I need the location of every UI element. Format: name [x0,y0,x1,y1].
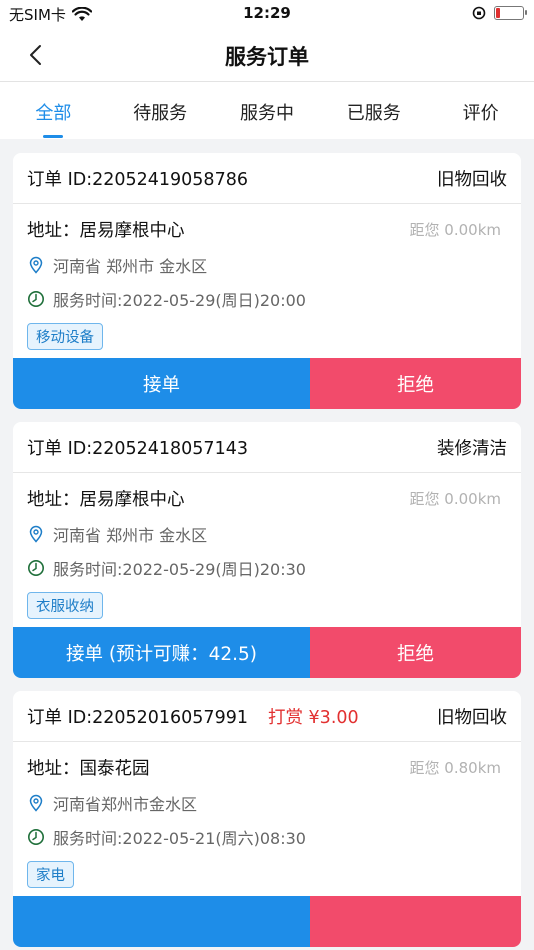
order-service-time: 服务时间:2022-05-29(周日)20:30 [53,560,306,579]
order-actions: 接单 拒绝 [13,358,521,409]
clock-icon [28,560,44,576]
location-pin-icon [29,256,43,274]
order-list: 订单 ID:22052419058786 旧物回收 地址：居易摩根中心 距您 0… [0,139,534,947]
accept-button[interactable] [13,896,310,947]
order-id: 订单 ID:22052016057991 [27,707,248,728]
order-card-header: 订单 ID:22052419058786 旧物回收 [13,153,521,204]
battery-icon [494,6,527,20]
order-card: 订单 ID:22052418057143 装修清洁 地址：居易摩根中心 距您 0… [13,422,521,678]
order-card: 订单 ID:22052419058786 旧物回收 地址：居易摩根中心 距您 0… [13,153,521,409]
tab-pending[interactable]: 待服务 [107,82,214,139]
order-card-body: 地址：居易摩根中心 距您 0.00km 河南省 郑州市 金水区 服务时间:202… [13,473,521,627]
tab-served[interactable]: 已服务 [320,82,427,139]
tab-review[interactable]: 评价 [427,82,534,139]
orientation-lock-icon [472,6,486,20]
order-category: 旧物回收 [437,707,507,728]
reject-button[interactable]: 拒绝 [310,627,521,678]
clock-icon [28,829,44,845]
order-actions: 接单 (预计可赚：42.5) 拒绝 [13,627,521,678]
order-address: 地址：国泰花园 [27,758,150,779]
order-region: 河南省郑州市金水区 [53,795,198,814]
order-service-time: 服务时间:2022-05-21(周六)08:30 [53,829,306,848]
order-tag: 家电 [27,861,74,888]
location-pin-icon [29,794,43,812]
order-category: 旧物回收 [437,169,507,190]
accept-button[interactable]: 接单 (预计可赚：42.5) [13,627,310,678]
reject-button[interactable]: 拒绝 [310,358,521,409]
accept-button[interactable]: 接单 [13,358,310,409]
status-bar: 无SIM卡 12:29 [0,0,534,28]
order-tabs: 全部 待服务 服务中 已服务 评价 [0,82,534,139]
status-time: 12:29 [243,4,291,22]
page-title: 服务订单 [225,45,309,69]
order-category: 装修清洁 [437,438,507,459]
nav-bar: 服务订单 [0,28,534,82]
order-region: 河南省 郑州市 金水区 [53,526,208,545]
order-distance: 距您 0.80km [409,758,501,777]
order-card: 订单 ID:22052016057991 打赏 ¥3.00 旧物回收 地址：国泰… [13,691,521,947]
order-address: 地址：居易摩根中心 [27,220,185,241]
order-region: 河南省 郑州市 金水区 [53,257,208,276]
order-actions [13,896,521,947]
order-tag: 衣服收纳 [27,592,103,619]
order-service-time: 服务时间:2022-05-29(周日)20:00 [53,291,306,310]
order-id: 订单 ID:22052419058786 [27,169,248,190]
tab-all[interactable]: 全部 [0,82,107,139]
order-card-header: 订单 ID:22052016057991 打赏 ¥3.00 旧物回收 [13,691,521,742]
reject-button[interactable] [310,896,521,947]
tab-in-service[interactable]: 服务中 [214,82,321,139]
order-id: 订单 ID:22052418057143 [27,438,248,459]
order-distance: 距您 0.00km [409,489,501,508]
order-card-body: 地址：国泰花园 距您 0.80km 河南省郑州市金水区 服务时间:2022-05… [13,742,521,896]
location-pin-icon [29,525,43,543]
status-right [472,6,527,20]
order-reward: 打赏 ¥3.00 [267,707,359,728]
clock-icon [28,291,44,307]
order-card-header: 订单 ID:22052418057143 装修清洁 [13,422,521,473]
order-address: 地址：居易摩根中心 [27,489,185,510]
order-distance: 距您 0.00km [409,220,501,239]
order-tag: 移动设备 [27,323,103,350]
order-card-body: 地址：居易摩根中心 距您 0.00km 河南省 郑州市 金水区 服务时间:202… [13,204,521,358]
